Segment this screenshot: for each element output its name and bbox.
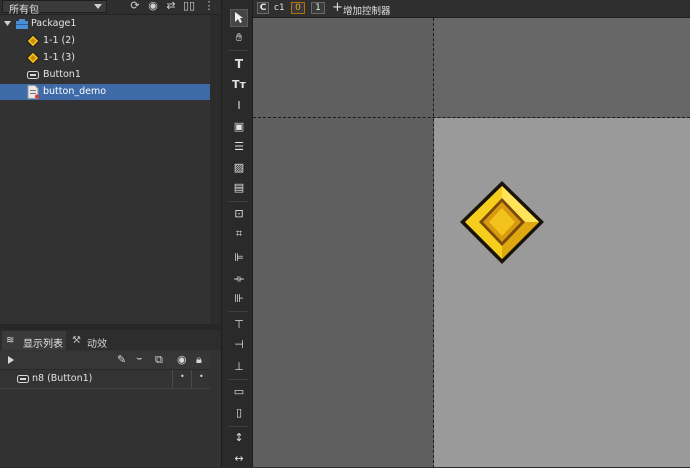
loader-icon[interactable]: ▨ — [232, 161, 246, 175]
distribute-v-icon[interactable]: ↕ — [232, 431, 246, 445]
tree-item-label: 1-1 (3) — [43, 52, 75, 63]
package-select[interactable]: 所有包 — [2, 0, 107, 16]
tree-item-selected[interactable]: button_demo — [0, 84, 210, 100]
tab-display-list-label: 显示列表 — [23, 339, 63, 350]
same-width-icon[interactable]: ▭ — [232, 385, 246, 399]
tree-item-image[interactable]: 1-1 (2) — [0, 33, 210, 49]
chevron-down-icon — [94, 4, 102, 9]
distribute-h-icon[interactable]: ↔ — [232, 452, 246, 466]
play-icon[interactable] — [8, 356, 14, 364]
package-icon — [16, 19, 28, 29]
guide-line-horizontal — [253, 117, 690, 118]
tool-column: ✋︎ T Tт I ▣ ☰ ▨ ▤ ⊡ ⌗ ⊫ ⟛ ⊪ ⊤ ⊣ ⊥ ▭ ▯ ↕ … — [221, 0, 253, 467]
tab-animation-label: 动效 — [87, 339, 107, 350]
text-icon[interactable]: T — [232, 57, 246, 71]
expand-arrow-icon[interactable] — [4, 21, 11, 27]
tree-scrollbar[interactable] — [210, 15, 221, 325]
controller-bar: C c1 0 1 + 增加控制器 — [253, 0, 690, 18]
select-arrow-icon[interactable] — [230, 9, 248, 27]
align-middle-icon[interactable]: ⊣ — [232, 338, 246, 352]
canvas-offscreen-left — [253, 18, 434, 467]
copy-icon[interactable]: ⧉ — [155, 353, 163, 367]
tool-separator — [228, 50, 248, 51]
column-divider — [172, 370, 173, 388]
canvas-offscreen-top — [434, 18, 690, 117]
column-divider — [191, 370, 192, 388]
bottom-tab-bar: ≋ 显示列表 ⚒ 动效 — [0, 330, 221, 350]
input-text-icon[interactable]: I — [232, 99, 246, 113]
hand-icon[interactable]: ✋︎ — [232, 31, 246, 45]
display-list-body — [0, 389, 210, 467]
align-top-icon[interactable]: ⊤ — [232, 318, 246, 332]
tree-item-label: Package1 — [31, 18, 77, 29]
display-list-toolbar: ✎ ⌣ ⧉ ◉ 🔒︎ — [0, 351, 210, 370]
align-right-icon[interactable]: ⊪ — [232, 292, 246, 306]
relation-icon[interactable]: ⌗ — [232, 227, 246, 241]
align-bottom-icon[interactable]: ⊥ — [232, 360, 246, 374]
tree-item-label: 1-1 (2) — [43, 35, 75, 46]
tree-item-image[interactable]: 1-1 (3) — [0, 50, 210, 66]
tree-item-package[interactable]: Package1 — [0, 16, 210, 32]
component-icon[interactable]: ▤ — [232, 181, 246, 195]
image-icon[interactable]: ▣ — [232, 120, 246, 134]
rich-text-icon[interactable]: Tт — [232, 78, 246, 92]
button-component-icon — [17, 375, 29, 383]
package-select-value: 所有包 — [9, 5, 39, 16]
display-item-label: n8 (Button1) — [32, 373, 93, 384]
guide-line-vertical — [433, 18, 434, 468]
graph-icon[interactable]: ⊡ — [232, 207, 246, 221]
target-icon[interactable]: ◉ — [147, 0, 159, 12]
lock-toggle[interactable]: • — [199, 372, 204, 381]
add-controller-button[interactable]: 增加控制器 — [343, 3, 391, 17]
layers-icon: ≋ — [6, 335, 15, 346]
image-asset-icon — [27, 52, 39, 64]
eye-closed-icon[interactable]: ⌣ — [136, 353, 143, 364]
align-left-icon[interactable]: ⊫ — [232, 251, 246, 265]
tab-display-list[interactable]: ≋ 显示列表 — [2, 331, 66, 350]
controller-badge: C — [257, 2, 269, 14]
columns-icon[interactable]: ▯▯ — [183, 0, 195, 12]
tool-separator — [228, 201, 248, 202]
lock-icon[interactable]: 🔒︎ — [196, 353, 202, 367]
image-asset-icon — [27, 35, 39, 47]
animation-icon: ⚒ — [72, 335, 81, 346]
component-stage[interactable] — [434, 118, 690, 467]
button-component-icon — [27, 71, 39, 79]
controller-page-1[interactable]: 1 — [311, 2, 325, 14]
plus-icon[interactable]: + — [332, 0, 343, 16]
swap-icon[interactable]: ⇄ — [165, 0, 177, 12]
tool-separator — [228, 311, 248, 312]
tool-separator — [228, 379, 248, 380]
tree-item-component[interactable]: Button1 — [0, 67, 210, 83]
refresh-icon[interactable]: ⟳ — [129, 0, 141, 12]
more-icon[interactable]: ⋮ — [203, 0, 215, 12]
controller-name[interactable]: c1 — [274, 3, 285, 13]
controller-page-0[interactable]: 0 — [291, 2, 305, 14]
visible-toggle[interactable]: • — [180, 372, 185, 381]
button-diamond-sprite[interactable] — [457, 178, 547, 268]
display-list-item[interactable]: n8 (Button1) • • — [0, 370, 210, 389]
package-toolbar: 所有包 ⟳ ◉ ⇄ ▯▯ ⋮ — [0, 0, 221, 16]
edit-icon[interactable]: ✎ — [117, 353, 126, 366]
tab-animation[interactable]: ⚒ 动效 — [68, 331, 112, 350]
tree-item-label: button_demo — [43, 86, 107, 97]
tool-separator — [228, 426, 248, 427]
align-center-icon[interactable]: ⟛ — [232, 272, 246, 286]
list-icon[interactable]: ☰ — [232, 140, 246, 154]
same-height-icon[interactable]: ▯ — [232, 406, 246, 420]
tree-item-label: Button1 — [43, 69, 81, 80]
document-icon — [27, 85, 39, 99]
asset-tree: Package1 1-1 (2) 1-1 (3) Button1 button_… — [0, 15, 210, 320]
eye-icon[interactable]: ◉ — [177, 353, 187, 366]
